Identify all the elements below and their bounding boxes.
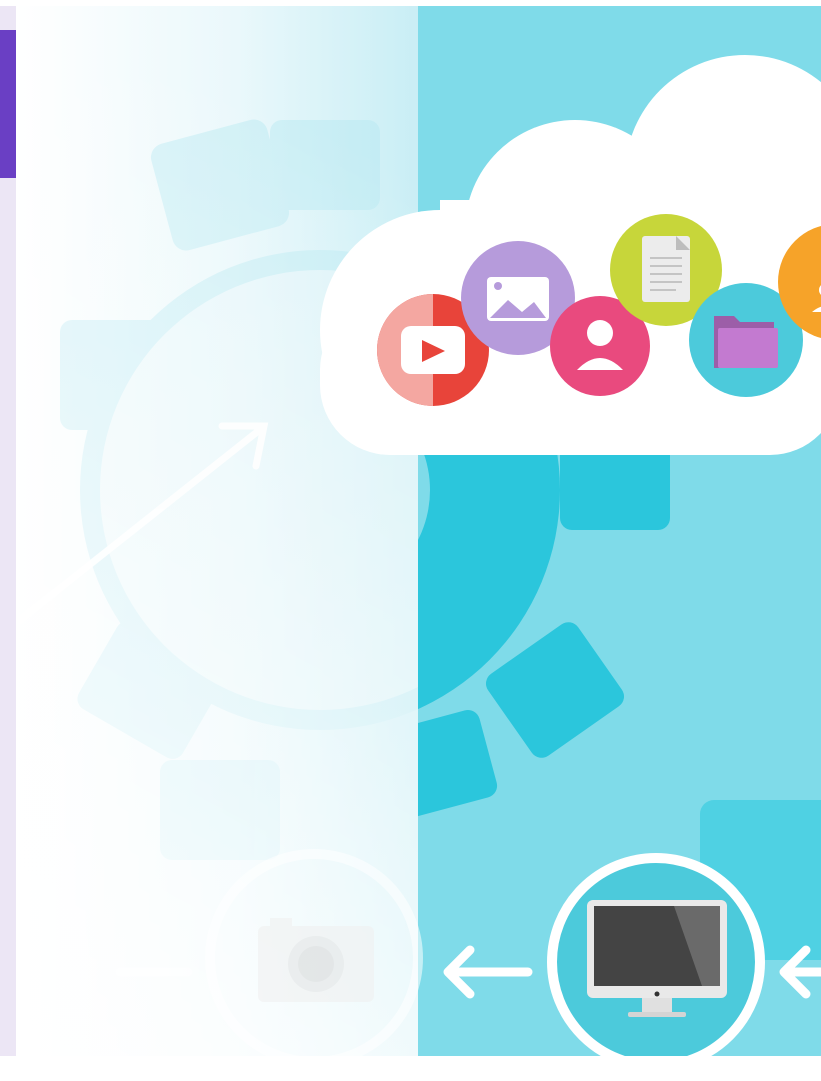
cloud-computing-hero-image (16, 6, 821, 1056)
side-accent-bar (0, 30, 16, 178)
screen (0, 0, 821, 1081)
monitor-icon (547, 853, 765, 1056)
